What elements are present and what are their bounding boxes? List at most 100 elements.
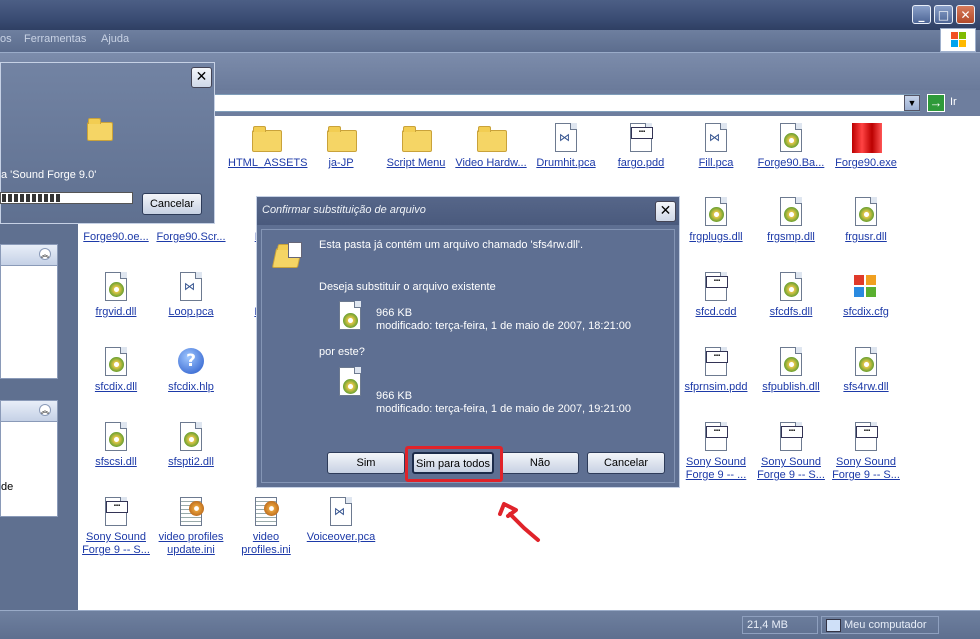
no-button[interactable]: Não (501, 452, 579, 474)
file-item[interactable]: ▪▪▪ Sony Sound Forge 9 -- S... (753, 421, 829, 482)
file-item[interactable]: sfcdfs.dll (753, 271, 829, 319)
cancel-button[interactable]: Cancelar (587, 452, 665, 474)
menu-item-ferramentas[interactable]: Ferramentas (24, 33, 86, 45)
gear-icon (100, 421, 132, 453)
file-item[interactable]: HTML_ASSETS (228, 122, 308, 170)
file-item[interactable]: video profiles update.ini (153, 496, 229, 557)
file-label: sfcdfs.dll (769, 306, 813, 318)
file-label: frgsmp.dll (767, 231, 815, 243)
file-item[interactable]: sfs4rw.dll (828, 346, 904, 394)
highlight-box (405, 446, 503, 482)
file-item[interactable]: ⋈ Voiceover.pca (303, 496, 379, 544)
maximize-button[interactable]: □ (934, 5, 953, 24)
file-item[interactable]: frgusr.dll (828, 196, 904, 244)
file-label: Forge90.oe... (83, 231, 149, 243)
close-button[interactable]: ✕ (956, 5, 975, 24)
copy-progress-fill (2, 194, 61, 202)
task-panel-1: ︽ (0, 244, 58, 379)
file-label: HTML_ASSETS (228, 157, 308, 169)
menu-item-partial[interactable]: os (0, 33, 12, 45)
existing-file-icon (336, 300, 364, 334)
file-item[interactable]: ▪▪▪ Sony Sound Forge 9 -- S... (78, 496, 154, 557)
menu-bar: os Ferramentas Ajuda (0, 30, 980, 52)
file-label: frgplugs.dll (689, 231, 743, 243)
copy-progress-bar (0, 192, 133, 204)
file-item[interactable]: ▪▪▪ sfprnsim.pdd (678, 346, 754, 394)
file-item[interactable]: ⋈ Drumhit.pca (528, 122, 604, 170)
file-item[interactable]: frgsmp.dll (753, 196, 829, 244)
address-dropdown-button[interactable]: ▼ (904, 95, 920, 111)
file-item[interactable]: ja-JP (303, 122, 379, 170)
existing-file-size: 966 KB (376, 307, 413, 319)
file-item[interactable]: ▪▪▪ sfcd.cdd (678, 271, 754, 319)
file-item[interactable]: ? sfcdix.hlp (153, 346, 229, 394)
file-item[interactable]: sfspti2.dll (153, 421, 229, 469)
file-item[interactable]: sfcdix.dll (78, 346, 154, 394)
file-item[interactable]: sfscsi.dll (78, 421, 154, 469)
confirm-title: Confirmar substituição de arquivo (262, 204, 426, 216)
bowtie-icon: ⋈ (175, 271, 207, 303)
ini-icon (250, 496, 282, 528)
file-item[interactable]: Forge90.exe (828, 122, 904, 170)
file-item[interactable]: Video Hardw... (453, 122, 529, 170)
program-icon: ▪▪▪ (700, 271, 732, 303)
file-label: Voiceover.pca (306, 531, 376, 543)
task-panel-header[interactable]: ︽ (1, 245, 57, 266)
close-icon[interactable]: ✕ (191, 67, 212, 88)
file-item[interactable]: ⋈ Loop.pca (153, 271, 229, 319)
title-bar: _ □ ✕ (0, 0, 980, 30)
file-item[interactable]: ▪▪▪ fargo.pdd (603, 122, 679, 170)
folder-icon (85, 117, 115, 141)
existing-file-modified: modificado: terça-feira, 1 de maio de 20… (376, 320, 631, 332)
folder-icon (475, 122, 507, 154)
new-file-size: 966 KB (376, 390, 413, 402)
folder-icon (250, 122, 282, 154)
program-icon: ▪▪▪ (775, 421, 807, 453)
task-panel-header[interactable]: ︽ (1, 401, 57, 422)
red-icon (850, 122, 882, 154)
gear-icon (175, 421, 207, 453)
collapse-chevron-icon[interactable]: ︽ (39, 248, 51, 260)
file-item[interactable]: Script Menu (378, 122, 454, 170)
file-label: Forge90.exe (835, 157, 897, 169)
file-label: ja-JP (328, 157, 354, 169)
file-label: sfs4rw.dll (843, 381, 889, 393)
file-item[interactable]: video profiles.ini (228, 496, 304, 557)
file-label: video profiles.ini (241, 531, 291, 556)
file-item[interactable]: Forge90.Ba... (753, 122, 829, 170)
file-label: Script Menu (386, 157, 446, 169)
gear-icon (775, 271, 807, 303)
file-item[interactable]: ⋈ Fill.pca (678, 122, 754, 170)
folder-icon (325, 122, 357, 154)
file-item[interactable]: frgplugs.dll (678, 196, 754, 244)
file-item[interactable]: ▪▪▪ Sony Sound Forge 9 -- ... (678, 421, 754, 482)
help-icon: ? (175, 346, 207, 378)
go-arrow-icon[interactable]: → (927, 94, 945, 112)
file-item[interactable]: sfpublish.dll (753, 346, 829, 394)
ini-icon (175, 496, 207, 528)
file-label: fargo.pdd (617, 157, 665, 169)
file-label: sfcd.cdd (695, 306, 737, 318)
go-button-label[interactable]: Ir (950, 96, 957, 108)
file-label: Forge90.Ba... (757, 157, 825, 169)
file-item[interactable]: frgvid.dll (78, 271, 154, 319)
file-label: Sony Sound Forge 9 -- S... (832, 456, 900, 481)
task-panel-2: ︽ de (0, 400, 58, 517)
program-icon: ▪▪▪ (625, 122, 657, 154)
yes-button[interactable]: Sim (327, 452, 405, 474)
menu-item-ajuda[interactable]: Ajuda (101, 33, 129, 45)
file-item[interactable]: sfcdix.cfg (828, 271, 904, 319)
file-label: Forge90.Scr... (156, 231, 226, 243)
status-location-label: Meu computador (844, 619, 927, 631)
bowtie-icon: ⋈ (700, 122, 732, 154)
copy-cancel-button[interactable]: Cancelar (142, 193, 202, 215)
minimize-button[interactable]: _ (912, 5, 931, 24)
file-label: sfscsi.dll (95, 456, 137, 468)
gear-icon (100, 346, 132, 378)
file-label: sfprnsim.pdd (684, 381, 748, 393)
gear-icon (850, 196, 882, 228)
file-label: Sony Sound Forge 9 -- ... (685, 456, 747, 481)
collapse-chevron-icon[interactable]: ︽ (39, 404, 51, 416)
file-item[interactable]: ▪▪▪ Sony Sound Forge 9 -- S... (828, 421, 904, 482)
confirm-close-icon[interactable]: ✕ (655, 201, 676, 222)
